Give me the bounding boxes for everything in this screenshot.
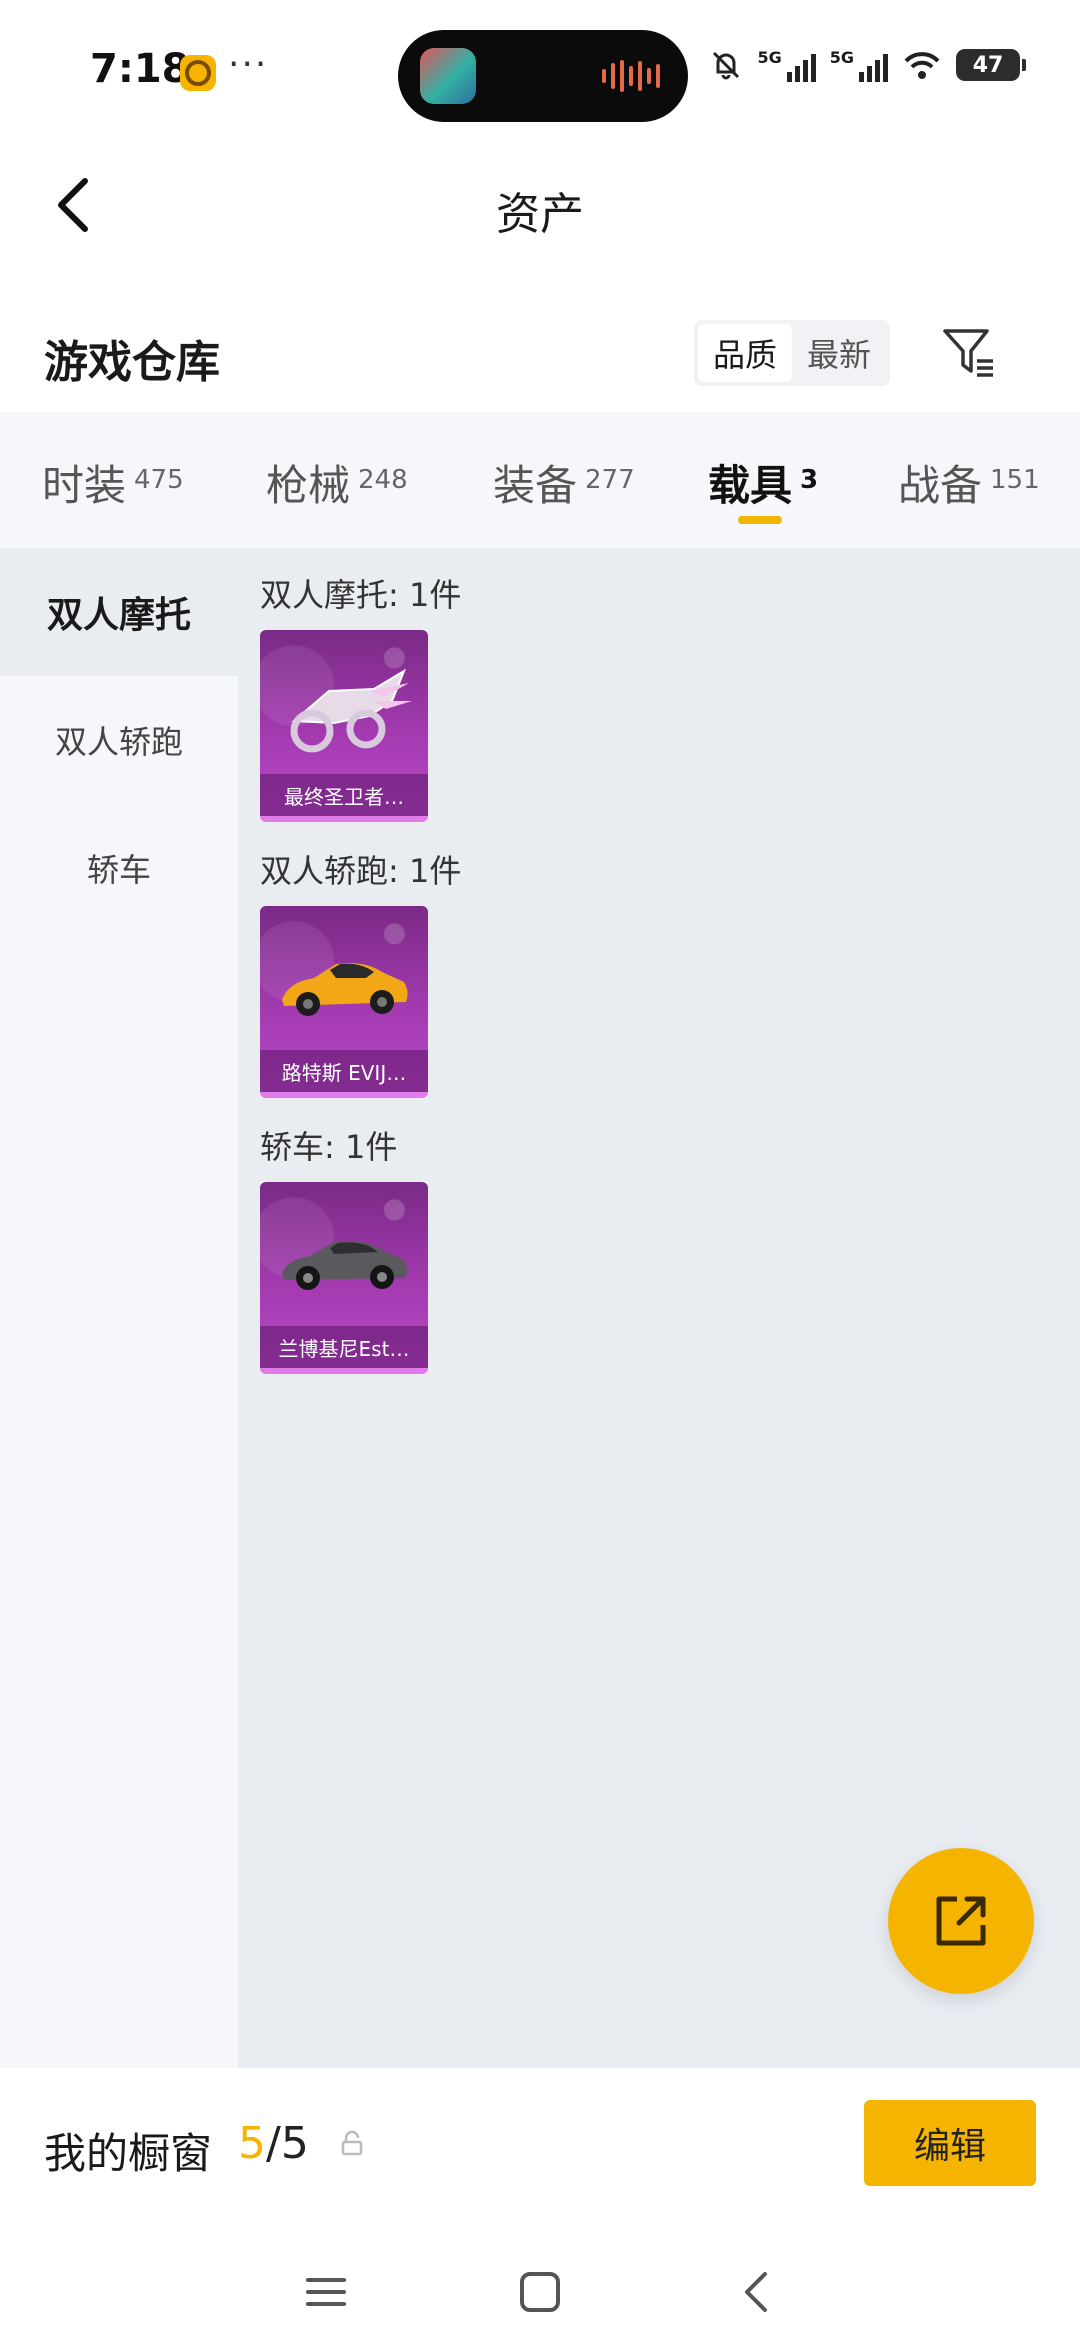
signal-5g-icon: 5G bbox=[757, 48, 816, 82]
motorcycle-icon bbox=[270, 656, 418, 766]
app-notification-icon bbox=[180, 55, 216, 91]
item-name: 兰博基尼Est… bbox=[260, 1326, 428, 1368]
back-chevron-icon bbox=[745, 2272, 767, 2312]
home-square-icon bbox=[520, 2272, 560, 2312]
vehicle-type-sidebar: 双人摩托 双人轿跑 轿车 bbox=[0, 548, 238, 2068]
page-title: 资产 bbox=[496, 189, 584, 240]
tab-supplies[interactable]: 战备 151 bbox=[898, 412, 1078, 548]
sidebar-item-two-seat-motorcycle[interactable]: 双人摩托 bbox=[0, 548, 238, 676]
tab-firearms[interactable]: 枪械 248 bbox=[266, 412, 476, 548]
item-name: 路特斯 EVIJ… bbox=[260, 1050, 428, 1092]
media-artwork-icon bbox=[420, 48, 476, 104]
lock-icon bbox=[341, 2130, 363, 2156]
warehouse-row: 游戏仓库 品质 最新 bbox=[0, 290, 1080, 410]
status-time: 7:18 bbox=[90, 46, 190, 92]
active-tab-indicator bbox=[738, 516, 782, 524]
showcase-current: 5 bbox=[238, 2118, 266, 2169]
sidebar-item-sedan[interactable]: 轿车 bbox=[0, 804, 238, 932]
showcase-total: 5 bbox=[280, 2118, 309, 2169]
showcase-bar: 我的橱窗 5/5 编辑 bbox=[0, 2068, 1080, 2238]
mute-bell-icon bbox=[713, 51, 740, 80]
showcase-label: 我的橱窗 bbox=[44, 2129, 213, 2178]
dynamic-island[interactable] bbox=[398, 30, 688, 122]
share-external-icon bbox=[936, 1896, 986, 1946]
tab-vehicles[interactable]: 载具 3 bbox=[708, 412, 898, 548]
category-tabs: 时装 475 枪械 248 装备 277 载具 3 战备 151 bbox=[0, 412, 1080, 548]
status-bar: 7:18 ··· 5G 5G 47 bbox=[0, 0, 1080, 140]
sort-toggle: 品质 最新 bbox=[694, 320, 890, 386]
group-title: 轿车: 1件 bbox=[260, 1128, 398, 1166]
back-nav-button[interactable] bbox=[726, 2262, 786, 2322]
filter-icon bbox=[943, 329, 993, 377]
showcase-separator: / bbox=[266, 2118, 281, 2169]
sidebar-item-two-seat-coupe[interactable]: 双人轿跑 bbox=[0, 676, 238, 804]
edit-button[interactable]: 编辑 bbox=[864, 2100, 1036, 2186]
item-name: 最终圣卫者… bbox=[260, 774, 428, 816]
wifi-icon bbox=[904, 52, 940, 79]
more-notifications-icon: ··· bbox=[228, 44, 269, 85]
group-title: 双人摩托: 1件 bbox=[260, 576, 462, 614]
page-header: 资产 bbox=[0, 140, 1080, 270]
battery-indicator: 47 bbox=[956, 49, 1026, 81]
vehicle-list: 双人摩托: 1件 最终圣卫者… 双人轿跑: 1件 路特斯 EVIJ… 轿车: 1… bbox=[238, 548, 1080, 2068]
tab-fashion[interactable]: 时装 475 bbox=[42, 412, 252, 548]
menu-nav-button[interactable] bbox=[296, 2262, 356, 2322]
share-button[interactable] bbox=[888, 1848, 1034, 1994]
sort-option-quality[interactable]: 品质 bbox=[698, 324, 792, 382]
sedan-icon bbox=[270, 1208, 418, 1318]
system-nav-bar bbox=[0, 2238, 1080, 2347]
filter-button[interactable] bbox=[934, 318, 1004, 388]
item-card[interactable]: 兰博基尼Est… bbox=[260, 1182, 428, 1374]
item-card[interactable]: 路特斯 EVIJ… bbox=[260, 906, 428, 1098]
menu-icon bbox=[306, 2278, 346, 2306]
sort-option-latest[interactable]: 最新 bbox=[792, 324, 886, 382]
group-title: 双人轿跑: 1件 bbox=[260, 852, 462, 890]
audio-wave-icon bbox=[602, 60, 660, 92]
home-nav-button[interactable] bbox=[510, 2262, 570, 2322]
status-indicators: 5G 5G 47 bbox=[709, 48, 1026, 82]
tab-equipment[interactable]: 装备 277 bbox=[493, 412, 703, 548]
sports-car-icon bbox=[270, 932, 418, 1042]
signal-5g-icon: 5G bbox=[830, 48, 888, 82]
item-card[interactable]: 最终圣卫者… bbox=[260, 630, 428, 822]
warehouse-title: 游戏仓库 bbox=[44, 337, 220, 388]
showcase-count: 5/5 bbox=[238, 2118, 309, 2169]
